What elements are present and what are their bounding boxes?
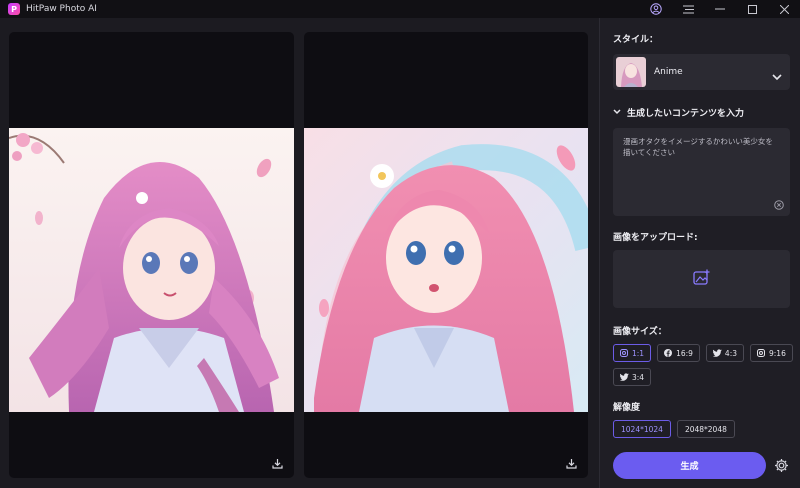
facebook-icon bbox=[664, 349, 673, 357]
chevron-down-icon bbox=[772, 66, 782, 85]
prompt-text: 漫画オタクをイメージするかわいい美少女を描いてください bbox=[623, 137, 773, 157]
resolution-option-2048[interactable]: 2048*2048 bbox=[676, 420, 735, 438]
size-option-9-16[interactable]: 9:16 bbox=[750, 344, 793, 362]
clear-icon[interactable] bbox=[774, 200, 784, 210]
size-option-label: 9:16 bbox=[769, 348, 786, 358]
prompt-input[interactable]: 漫画オタクをイメージするかわいい美少女を描いてください bbox=[613, 128, 790, 216]
size-label: 画像サイズ： bbox=[613, 327, 667, 337]
instagram-icon bbox=[757, 349, 765, 357]
title-bar: P HitPaw Photo AI bbox=[0, 0, 800, 18]
generate-button[interactable]: 生成 bbox=[613, 452, 766, 479]
result-card-1[interactable] bbox=[9, 32, 294, 478]
maximize-icon[interactable] bbox=[736, 0, 768, 18]
instagram-icon bbox=[620, 349, 628, 357]
resolution-label: 解像度 bbox=[613, 403, 641, 413]
add-image-icon bbox=[692, 269, 711, 289]
chevron-down-icon bbox=[613, 108, 621, 118]
resolution-options: 1024*1024 2048*2048 bbox=[613, 420, 735, 438]
generated-image-2 bbox=[304, 128, 588, 412]
gear-icon[interactable] bbox=[774, 458, 789, 473]
size-option-4-3[interactable]: 4:3 bbox=[705, 344, 744, 362]
menu-icon[interactable] bbox=[672, 0, 704, 18]
prompt-toggle[interactable]: 生成したいコンテンツを入力 bbox=[613, 106, 744, 119]
app-logo-icon: P bbox=[8, 3, 20, 15]
prompt-toggle-label: 生成したいコンテンツを入力 bbox=[627, 109, 745, 119]
style-thumbnail bbox=[616, 57, 646, 87]
size-option-label: 3:4 bbox=[632, 372, 645, 382]
upload-area[interactable] bbox=[613, 250, 790, 308]
size-option-16-9[interactable]: 16:9 bbox=[657, 344, 700, 362]
resolution-option-label: 2048*2048 bbox=[684, 424, 727, 434]
size-option-label: 1:1 bbox=[632, 348, 645, 358]
resolution-option-label: 1024*1024 bbox=[621, 424, 663, 434]
settings-panel: スタイル： Anime 生成したいコンテンツを入力 漫画オタクをイメージするかわ… bbox=[599, 18, 800, 488]
size-options-row-2: 3:4 bbox=[613, 368, 652, 386]
size-option-label: 4:3 bbox=[724, 348, 737, 358]
result-area bbox=[0, 18, 599, 488]
result-card-2[interactable] bbox=[304, 32, 588, 478]
twitter-icon bbox=[712, 349, 722, 357]
generated-image-1 bbox=[9, 128, 294, 412]
size-option-label: 16:9 bbox=[676, 348, 693, 358]
twitter-icon bbox=[619, 373, 629, 381]
size-option-1-1[interactable]: 1:1 bbox=[613, 344, 652, 362]
window-controls bbox=[640, 0, 800, 18]
account-icon[interactable] bbox=[640, 0, 672, 18]
app-title: HitPaw Photo AI bbox=[26, 4, 97, 14]
download-icon[interactable] bbox=[270, 456, 284, 470]
style-label: スタイル： bbox=[613, 35, 659, 45]
resolution-option-1024[interactable]: 1024*1024 bbox=[613, 420, 671, 438]
app-logo-letter: P bbox=[11, 4, 17, 14]
close-icon[interactable] bbox=[768, 0, 800, 18]
style-value: Anime bbox=[654, 67, 683, 77]
upload-label: 画像をアップロード: bbox=[613, 233, 698, 243]
generate-button-label: 生成 bbox=[680, 462, 699, 472]
size-option-3-4[interactable]: 3:4 bbox=[613, 368, 652, 386]
style-dropdown[interactable]: Anime bbox=[613, 54, 790, 90]
download-icon[interactable] bbox=[564, 456, 578, 470]
size-options-row-1: 1:1 16:9 4:3 9:16 bbox=[613, 344, 793, 362]
minimize-icon[interactable] bbox=[704, 0, 736, 18]
